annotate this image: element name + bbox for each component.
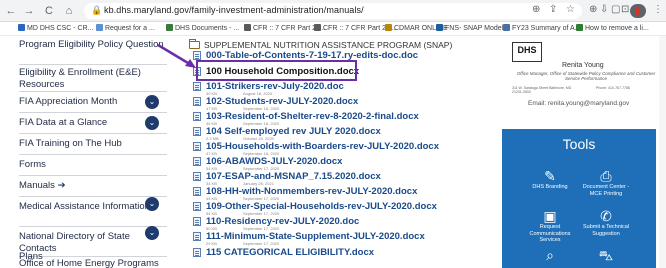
logo-text: DHS (517, 45, 537, 55)
request-icon: ▣ (543, 208, 557, 224)
tool-label: DHS Branding (532, 184, 568, 190)
scrollbar[interactable] (659, 36, 666, 268)
staff-name: Renita Young (562, 62, 604, 69)
tools-panel: Tools ✎ DHS Branding ⎙ Document Center -… (502, 129, 656, 268)
staff-email[interactable]: Email: renita.young@maryland.gov (528, 100, 629, 107)
staff-phone: Phone: 410-767-7788 (596, 86, 630, 90)
dhs-logo: DHS (512, 42, 542, 62)
tool-request-communications[interactable]: ▣ Request Communications Services (525, 209, 575, 244)
tool-vehicle[interactable]: ⛍ (581, 248, 631, 262)
search-icon: ⌕ (546, 247, 554, 263)
staff-address: 311 W. Saratoga Street Baltimore, MD 212… (512, 86, 572, 94)
staff-contact-card: DHS Renita Young Office Manager, Office … (498, 40, 656, 115)
tool-label: Request Communications Services (529, 224, 571, 243)
vehicle-icon: ⛍ (598, 247, 614, 263)
tool-label: Submit a Technical Suggestion (582, 224, 630, 237)
tool-search[interactable]: ⌕ (525, 248, 575, 262)
tool-dhs-branding[interactable]: ✎ DHS Branding (525, 169, 575, 191)
tool-label: Document Center - MCE Printing (582, 184, 630, 197)
phone-icon: ✆ (600, 208, 612, 224)
staff-title: Office Manager, Office of Statewide Poli… (516, 71, 656, 81)
printer-icon: ⎙ (600, 168, 612, 184)
tools-title: Tools (562, 136, 596, 152)
tool-technical-suggestion[interactable]: ✆ Submit a Technical Suggestion (581, 209, 631, 237)
pencil-icon: ✎ (544, 168, 556, 184)
tool-document-center[interactable]: ⎙ Document Center - MCE Printing (581, 169, 631, 197)
